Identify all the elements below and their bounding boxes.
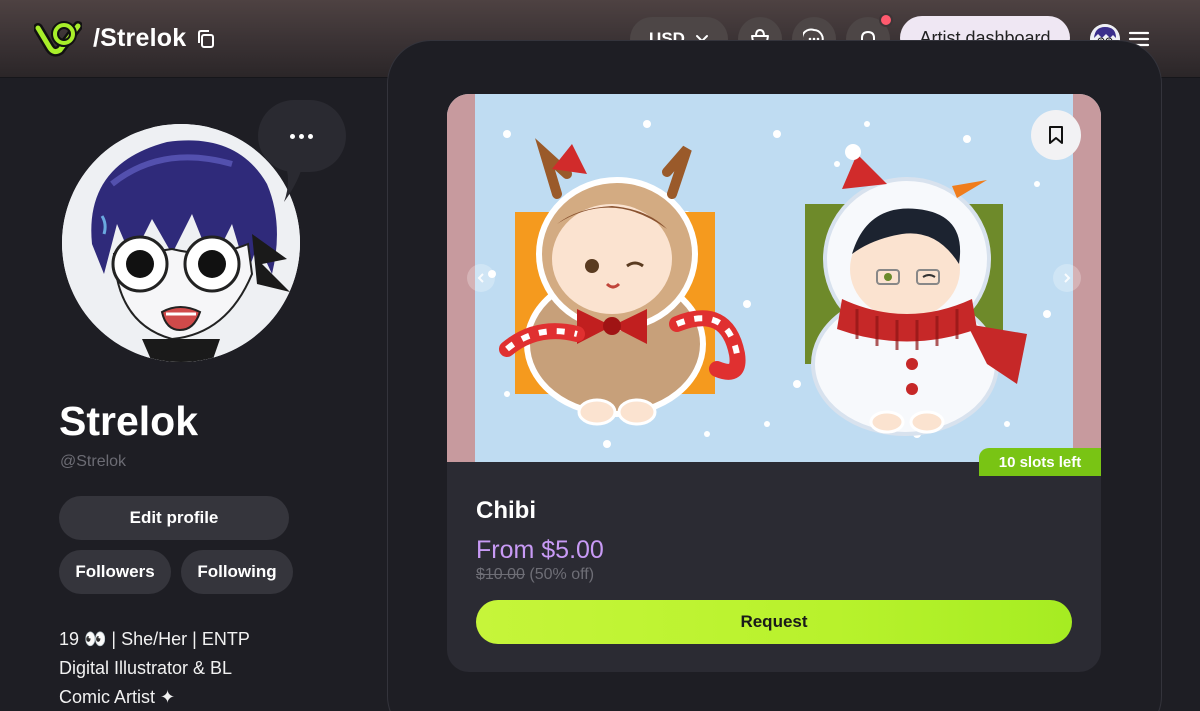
profile-bio: 19 👀 | She/Her | ENTP Digital Illustrato… (59, 625, 299, 711)
edit-profile-button[interactable]: Edit profile (59, 496, 289, 540)
chevron-right-icon (1064, 273, 1071, 283)
commission-title: Chibi (476, 497, 536, 524)
bio-line: Comic Artist ✦ (59, 687, 176, 707)
logo-icon[interactable] (34, 18, 82, 58)
following-button[interactable]: Following (181, 550, 293, 594)
request-button[interactable]: Request (476, 600, 1072, 644)
bubble-tail (284, 160, 304, 202)
discount-label: (50% off) (529, 566, 595, 583)
original-price-row: $10.00 (50% off) (476, 566, 594, 584)
slots-left-badge: 10 slots left (979, 448, 1101, 476)
commission-card[interactable]: 10 slots left Chibi From $5.00 $10.00 (5… (447, 94, 1101, 672)
followers-button[interactable]: Followers (59, 550, 171, 594)
profile-avatar (62, 124, 300, 362)
bio-line: 19 👀 | She/Her | ENTP (59, 629, 250, 649)
notification-dot (879, 13, 893, 27)
original-price: $10.00 (476, 566, 525, 583)
profile-name: Strelok (59, 398, 198, 444)
copy-icon[interactable] (196, 29, 216, 49)
commission-price: From $5.00 (476, 536, 604, 564)
carousel-next-button[interactable] (1053, 264, 1081, 292)
carousel-prev-button[interactable] (467, 264, 495, 292)
chevron-left-icon (477, 273, 484, 283)
more-icon[interactable] (286, 126, 316, 146)
bookmark-button[interactable] (1031, 110, 1081, 160)
bookmark-icon (1049, 126, 1063, 144)
page-handle-title: /Strelok (93, 24, 187, 52)
profile-handle: @Strelok (60, 453, 127, 470)
commission-artwork[interactable] (447, 94, 1101, 462)
bio-line: Digital Illustrator & BL (59, 658, 233, 678)
